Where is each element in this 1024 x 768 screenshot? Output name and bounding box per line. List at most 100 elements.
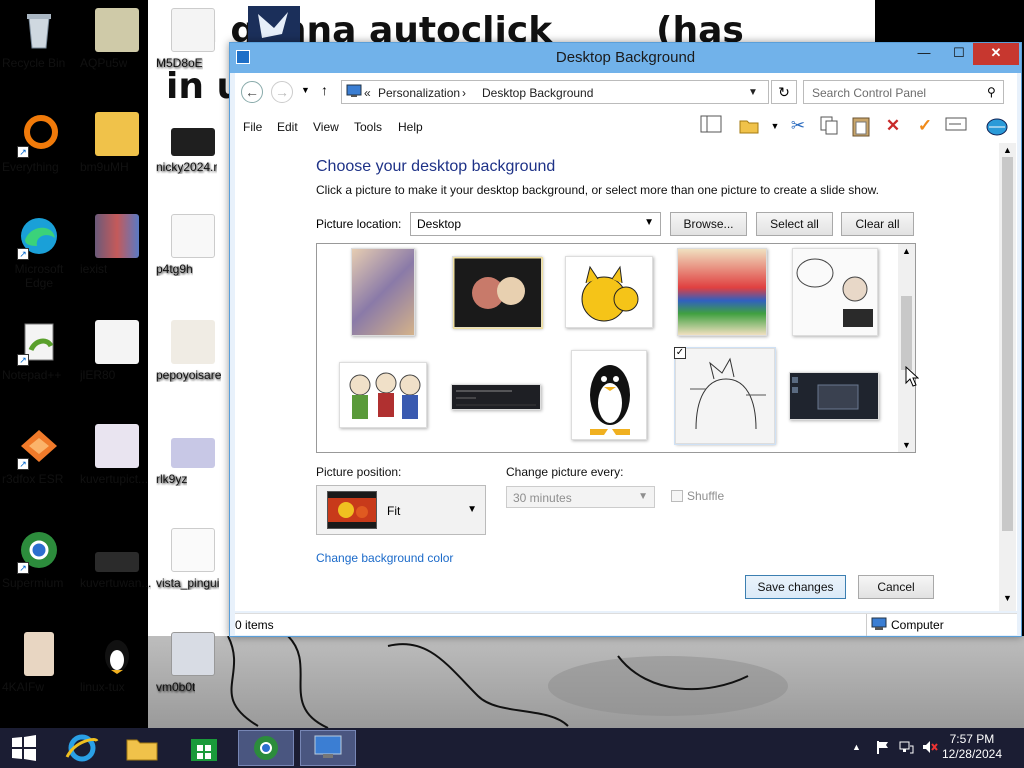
store-icon[interactable]: [176, 730, 232, 766]
desktop-icon-r3dfox-esr[interactable]: ↗ r3dfox ESR: [2, 424, 76, 486]
computer-icon: [871, 617, 887, 634]
cancel-button[interactable]: Cancel: [858, 575, 934, 599]
search-icon[interactable]: ⚲: [987, 85, 996, 99]
desktop-icon-linux-tux[interactable]: linux-tux: [80, 632, 154, 694]
breadcrumb-overflow[interactable]: «: [364, 86, 371, 100]
maximize-button[interactable]: ☐: [945, 43, 973, 65]
scroll-up-icon[interactable]: ▲: [902, 246, 911, 256]
menu-tools[interactable]: Tools: [354, 120, 382, 134]
thumbnail-tux-penguin[interactable]: [571, 350, 647, 440]
show-hidden-icons-button[interactable]: ▲: [852, 742, 861, 752]
desktop-icon-4kaifw[interactable]: 4KAIFw: [2, 632, 76, 694]
change-background-color-link[interactable]: Change background color: [316, 551, 453, 565]
desktop-icon-vm0b0t[interactable]: vm0b0t: [156, 632, 230, 694]
content-area: Choose your desktop background Click a p…: [235, 143, 1017, 611]
browse-button[interactable]: Browse...: [670, 212, 747, 236]
desktop-icon-bm9umh[interactable]: bm9uMH: [80, 112, 154, 174]
globe-icon[interactable]: [985, 115, 1009, 137]
thumbnail-checkbox[interactable]: ✓: [674, 347, 686, 359]
copy-icon[interactable]: [817, 115, 841, 137]
rename-icon[interactable]: [944, 115, 968, 137]
desktop-icon-vista-pingui[interactable]: vista_pingui: [156, 528, 230, 590]
up-button[interactable]: ↑: [321, 82, 328, 98]
window-scrollbar[interactable]: ▲ ▼: [999, 143, 1016, 611]
breadcrumb-personalization[interactable]: Personalization: [378, 86, 460, 100]
gallery-scrollbar[interactable]: ▲ ▼: [898, 244, 915, 452]
scroll-down-icon[interactable]: ▼: [1003, 593, 1012, 603]
desktop-icon-aqpu5w[interactable]: AQPu5w: [80, 8, 154, 70]
desktop-icon-everything[interactable]: ↗ Everything: [2, 112, 76, 174]
minimize-button[interactable]: —: [910, 43, 938, 65]
mouse-cursor-icon: [905, 365, 920, 391]
address-dropdown-icon[interactable]: ▼: [748, 87, 758, 98]
thumbnail-terminal-dark[interactable]: [451, 384, 541, 410]
volume-muted-icon[interactable]: [922, 740, 938, 757]
forward-button[interactable]: →: [271, 81, 293, 103]
address-field[interactable]: « Personalization › Desktop Background ▼: [341, 80, 769, 104]
folder-options-dropdown-icon[interactable]: ▼: [763, 115, 787, 137]
close-button[interactable]: ✕: [973, 43, 1019, 65]
desktop-icon-iexist[interactable]: iexist: [80, 214, 154, 276]
internet-explorer-icon[interactable]: [54, 730, 110, 766]
save-changes-button[interactable]: Save changes: [745, 575, 846, 599]
search-input[interactable]: Search Control Panel: [803, 80, 1004, 104]
desktop-icon-jler80[interactable]: jlER80: [80, 320, 154, 382]
thumbnail-dark-desktop[interactable]: [789, 372, 879, 420]
clear-all-button[interactable]: Clear all: [841, 212, 914, 236]
file-explorer-icon[interactable]: [114, 730, 170, 766]
menu-file[interactable]: File: [243, 120, 262, 134]
properties-check-icon[interactable]: ✓: [913, 115, 937, 137]
desktop-icon-microsoft-edge[interactable]: ↗ Microsoft Edge: [2, 214, 76, 290]
thumbnail-collage[interactable]: [351, 248, 415, 336]
cut-icon[interactable]: ✂: [786, 115, 810, 137]
refresh-button[interactable]: ↻: [771, 80, 797, 104]
scroll-up-icon[interactable]: ▲: [1003, 145, 1012, 155]
desktop-icon-rlk9yz[interactable]: rlk9yz: [156, 424, 230, 486]
thumbnail-pride-group[interactable]: [677, 248, 767, 336]
menu-view[interactable]: View: [313, 120, 339, 134]
folder-options-icon[interactable]: [737, 115, 761, 137]
window-titlebar[interactable]: Desktop Background — ☐ ✕: [230, 43, 1021, 73]
breadcrumb-desktop-background[interactable]: Desktop Background: [482, 86, 593, 100]
desktop-icon-m5d8oe[interactable]: M5D8oE: [156, 8, 230, 70]
back-button[interactable]: ←: [241, 81, 263, 103]
desktop-icon-nicky2024[interactable]: nicky2024.r: [156, 112, 230, 174]
thumbnail-im-cumming-sketch[interactable]: [792, 248, 878, 336]
delete-icon[interactable]: ✕: [881, 115, 905, 137]
desktop-icon-p4tg9h[interactable]: p4tg9h: [156, 214, 230, 276]
gallery-scroll-thumb[interactable]: [901, 296, 912, 370]
status-bar: 0 items Computer: [235, 613, 1017, 636]
page-heading: Choose your desktop background: [316, 158, 556, 175]
change-picture-every-select[interactable]: 30 minutes ▼: [506, 486, 655, 508]
start-button[interactable]: [0, 730, 48, 766]
action-center-flag-icon[interactable]: [875, 740, 889, 757]
taskbar-control-panel[interactable]: [300, 730, 356, 766]
scroll-down-icon[interactable]: ▼: [902, 440, 911, 450]
taskbar-supermium[interactable]: [238, 730, 294, 766]
desktop-icon-kuvertupict[interactable]: kuvertupict...: [80, 424, 154, 486]
paste-icon[interactable]: [849, 115, 873, 137]
image-thumbnail-icon: [95, 424, 139, 468]
recent-pages-chevron-icon[interactable]: ▼: [301, 85, 310, 95]
layout-pane-icon[interactable]: [699, 115, 723, 137]
picture-location-select[interactable]: Desktop ▼: [410, 212, 661, 236]
picture-position-select[interactable]: Fit ▼: [316, 485, 486, 535]
menu-edit[interactable]: Edit: [277, 120, 298, 134]
network-icon[interactable]: [898, 740, 914, 757]
desktop-icon-kuvertuwan[interactable]: kuvertuwan...: [80, 528, 154, 590]
desktop-icon-recycle-bin[interactable]: Recycle Bin: [2, 8, 76, 70]
desktop-icon-supermium[interactable]: ↗ Supermium: [2, 528, 76, 590]
shuffle-checkbox[interactable]: [671, 490, 683, 502]
window-title: Desktop Background: [555, 49, 696, 66]
menu-help[interactable]: Help: [398, 120, 423, 134]
taskbar-clock[interactable]: 7:57 PM 12/28/2024: [942, 732, 1002, 762]
desktop-icon-notepad-plus-plus[interactable]: ↗ Notepad++: [2, 320, 76, 382]
window-scroll-thumb[interactable]: [1002, 157, 1013, 531]
thumbnail-cartoon-group[interactable]: [339, 362, 427, 428]
select-all-button[interactable]: Select all: [756, 212, 833, 236]
desktop-icon-pepoyoisare[interactable]: pepoyoisare: [156, 320, 230, 382]
thumbnail-gonna-autoclick[interactable]: ✓: [674, 347, 776, 445]
thumbnail-ava-cat[interactable]: [565, 256, 653, 328]
thumbnail-kawaii-couple[interactable]: [451, 255, 545, 331]
r3dfox-icon: ↗: [17, 424, 61, 470]
